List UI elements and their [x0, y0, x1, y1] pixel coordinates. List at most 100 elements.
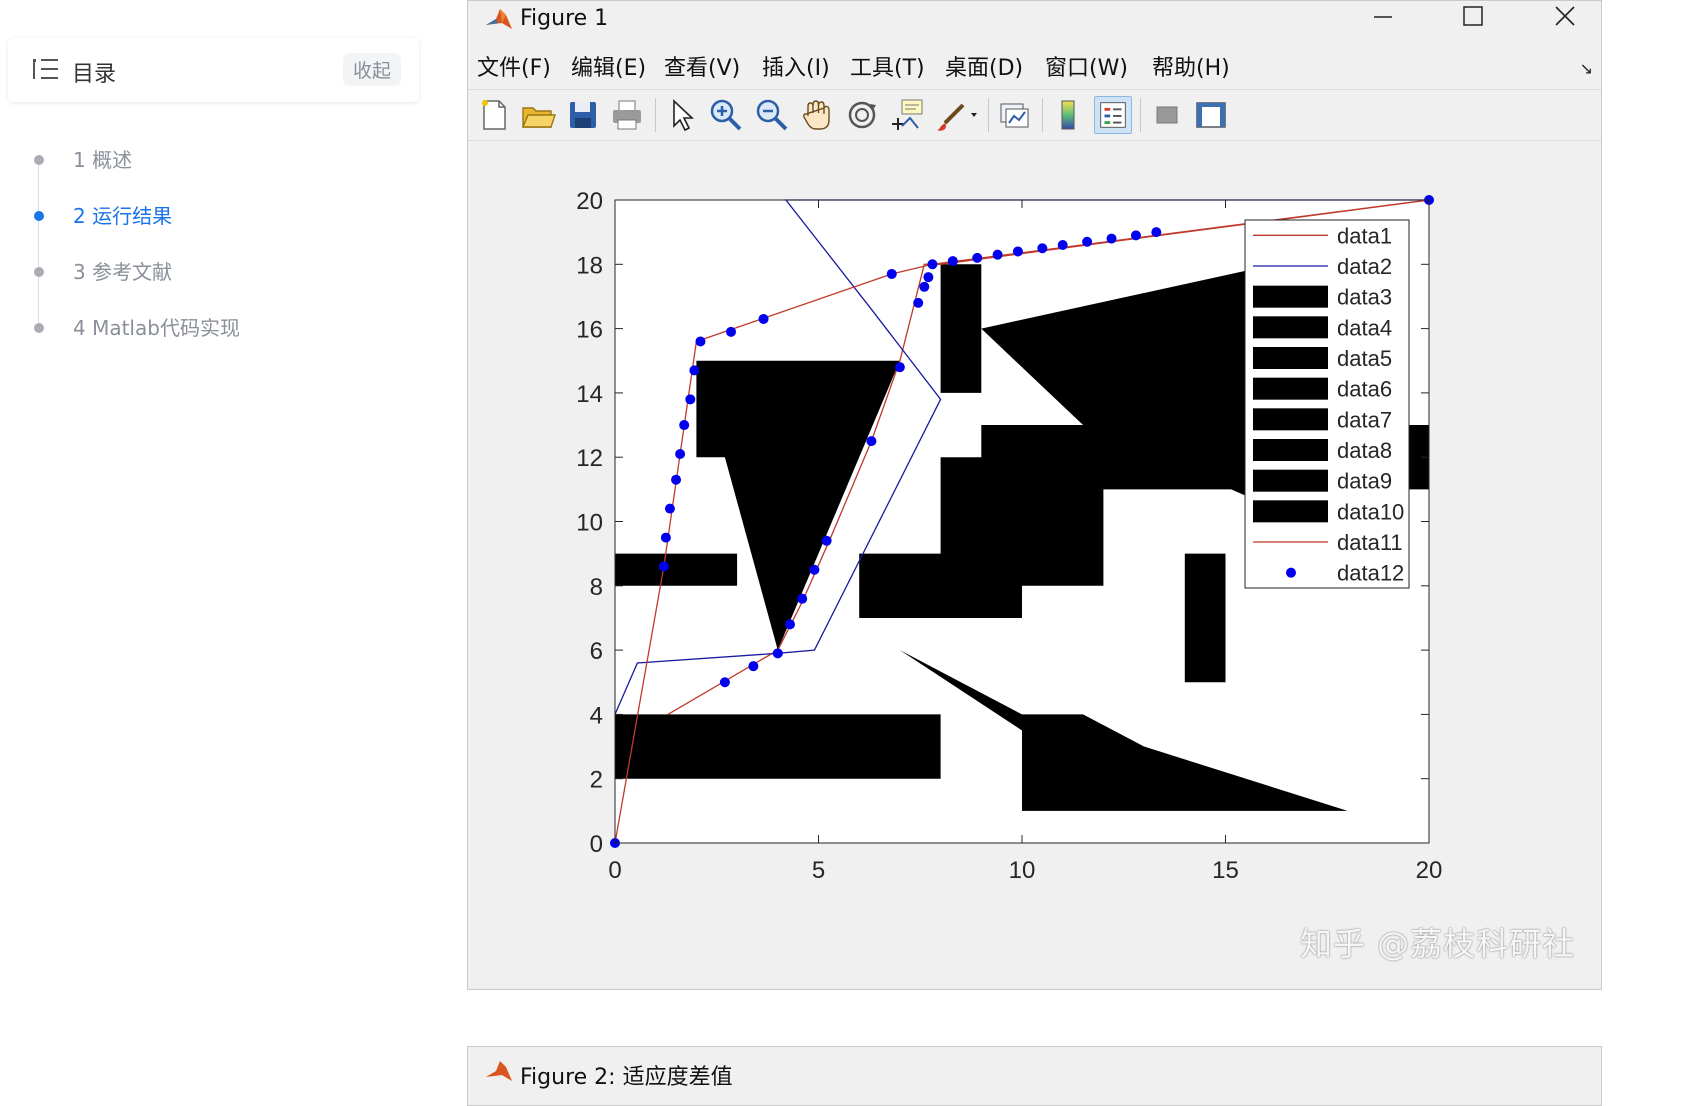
rotate-3d-icon[interactable] [843, 96, 881, 134]
marker-point [658, 561, 669, 572]
menu-tools[interactable]: 工具(T) [850, 50, 925, 82]
y-tick-label: 10 [576, 510, 603, 537]
open-file-icon[interactable] [519, 96, 557, 134]
y-tick-label: 2 [590, 767, 603, 794]
print-icon[interactable] [608, 96, 646, 134]
list-outline-icon [33, 59, 58, 79]
title-bar[interactable]: Figure 1 [468, 1, 1601, 39]
marker-point [1082, 236, 1093, 247]
x-tick-label: 20 [1416, 857, 1443, 884]
menu-desktop[interactable]: 桌面(D) [945, 50, 1023, 82]
marker-point [695, 336, 706, 347]
toc-list: 1 概述 2 运行结果 3 参考文献 4 Matlab代码实现 [30, 140, 240, 364]
marker-point [919, 281, 930, 292]
y-tick-label: 20 [576, 188, 603, 215]
chart[interactable]: 0 5 10 15 20 0 2 4 6 8 10 12 14 16 18 20 data1 data2 data3… [468, 141, 1601, 986]
toc-item-label: 2 运行结果 [73, 204, 173, 228]
close-button[interactable] [1532, 1, 1598, 39]
marker-point [1037, 243, 1048, 254]
y-tick-label: 0 [590, 831, 603, 858]
y-tick-label: 4 [590, 702, 603, 729]
maximize-icon [1463, 6, 1483, 26]
marker-point [992, 249, 1003, 260]
legend-label: data11 [1337, 530, 1403, 555]
toc-header: 目录 收起 [8, 38, 419, 102]
marker-point [725, 326, 736, 337]
x-tick-label: 10 [1009, 857, 1036, 884]
legend-label: data1 [1337, 223, 1392, 248]
x-tick-label: 15 [1212, 857, 1239, 884]
dock-arrow-icon[interactable]: ↘ [1580, 59, 1593, 78]
toc-item-matlab-code[interactable]: 4 Matlab代码实现 [30, 308, 240, 364]
y-tick-label: 8 [590, 574, 603, 601]
link-plot-icon[interactable] [995, 96, 1033, 134]
menu-view[interactable]: 查看(V) [664, 50, 740, 82]
legend-label: data2 [1337, 254, 1392, 279]
new-figure-icon[interactable] [475, 96, 513, 134]
close-icon [1555, 6, 1575, 26]
toc-dot [34, 267, 44, 277]
legend-label: data4 [1337, 315, 1392, 340]
legend-icon[interactable] [1094, 96, 1132, 134]
toc-title: 目录 [72, 62, 117, 87]
toolbar-separator [1042, 98, 1043, 132]
save-icon[interactable] [564, 96, 602, 134]
marker-point [785, 619, 796, 630]
legend-swatch [1253, 285, 1328, 308]
colorbar-icon[interactable] [1049, 96, 1087, 134]
marker-point [671, 474, 682, 485]
toc-item-label: 4 Matlab代码实现 [73, 316, 240, 340]
hide-plot-tools-icon[interactable] [1148, 96, 1186, 134]
marker-point [1130, 230, 1141, 241]
marker-point [679, 420, 690, 431]
minimize-icon [1374, 16, 1392, 18]
menu-help[interactable]: 帮助(H) [1152, 50, 1230, 82]
marker-point [923, 272, 934, 283]
show-plot-tools-icon[interactable] [1192, 96, 1230, 134]
legend-swatch [1253, 469, 1328, 492]
pan-hand-icon[interactable] [798, 96, 836, 134]
marker-point [886, 268, 897, 279]
watermark-text: 知乎 @荔枝科研社 [1300, 925, 1576, 963]
figure-2-window[interactable]: Figure 2: 适应度差值 [467, 1046, 1602, 1106]
marker-point [675, 448, 686, 459]
menu-file[interactable]: 文件(F) [477, 50, 551, 82]
menu-window[interactable]: 窗口(W) [1045, 50, 1128, 82]
legend-label: data9 [1337, 469, 1392, 494]
toolbar-separator [988, 98, 989, 132]
toc-item-references[interactable]: 3 参考文献 [30, 252, 240, 308]
legend-label: data10 [1337, 499, 1404, 524]
marker-point [758, 313, 769, 324]
y-tick-label: 18 [576, 252, 603, 279]
select-arrow-icon[interactable] [662, 96, 700, 134]
brush-icon[interactable] [933, 96, 981, 134]
marker-point [719, 677, 730, 688]
legend-swatch [1286, 567, 1296, 578]
toolbar-separator [655, 98, 656, 132]
zoom-out-icon[interactable] [753, 96, 791, 134]
marker-point [748, 661, 759, 672]
toc-item-results[interactable]: 2 运行结果 [30, 196, 240, 252]
marker-point [664, 503, 675, 514]
marker-point [1151, 227, 1162, 238]
x-tick-label: 5 [812, 857, 825, 884]
toc-item-overview[interactable]: 1 概述 [30, 140, 240, 196]
obstacle-data4 [615, 553, 738, 586]
marker-point [1057, 240, 1068, 251]
menu-insert[interactable]: 插入(I) [762, 50, 830, 82]
toc-item-label: 1 概述 [73, 148, 133, 172]
obstacle-data6 [940, 264, 982, 393]
legend-swatch [1253, 316, 1328, 339]
obstacle-data9 [1184, 553, 1226, 683]
minimize-button[interactable] [1350, 1, 1416, 39]
legend-swatch [1253, 347, 1328, 369]
data-cursor-icon[interactable] [888, 96, 926, 134]
toc-collapse-button[interactable]: 收起 [342, 53, 401, 86]
zoom-in-icon[interactable] [707, 96, 745, 134]
y-tick-label: 14 [576, 381, 603, 408]
marker-point [913, 297, 924, 308]
legend-label: data12 [1337, 561, 1404, 586]
matlab-logo-icon [486, 1061, 512, 1081]
menu-edit[interactable]: 编辑(E) [571, 50, 646, 82]
maximize-button[interactable] [1439, 1, 1505, 39]
